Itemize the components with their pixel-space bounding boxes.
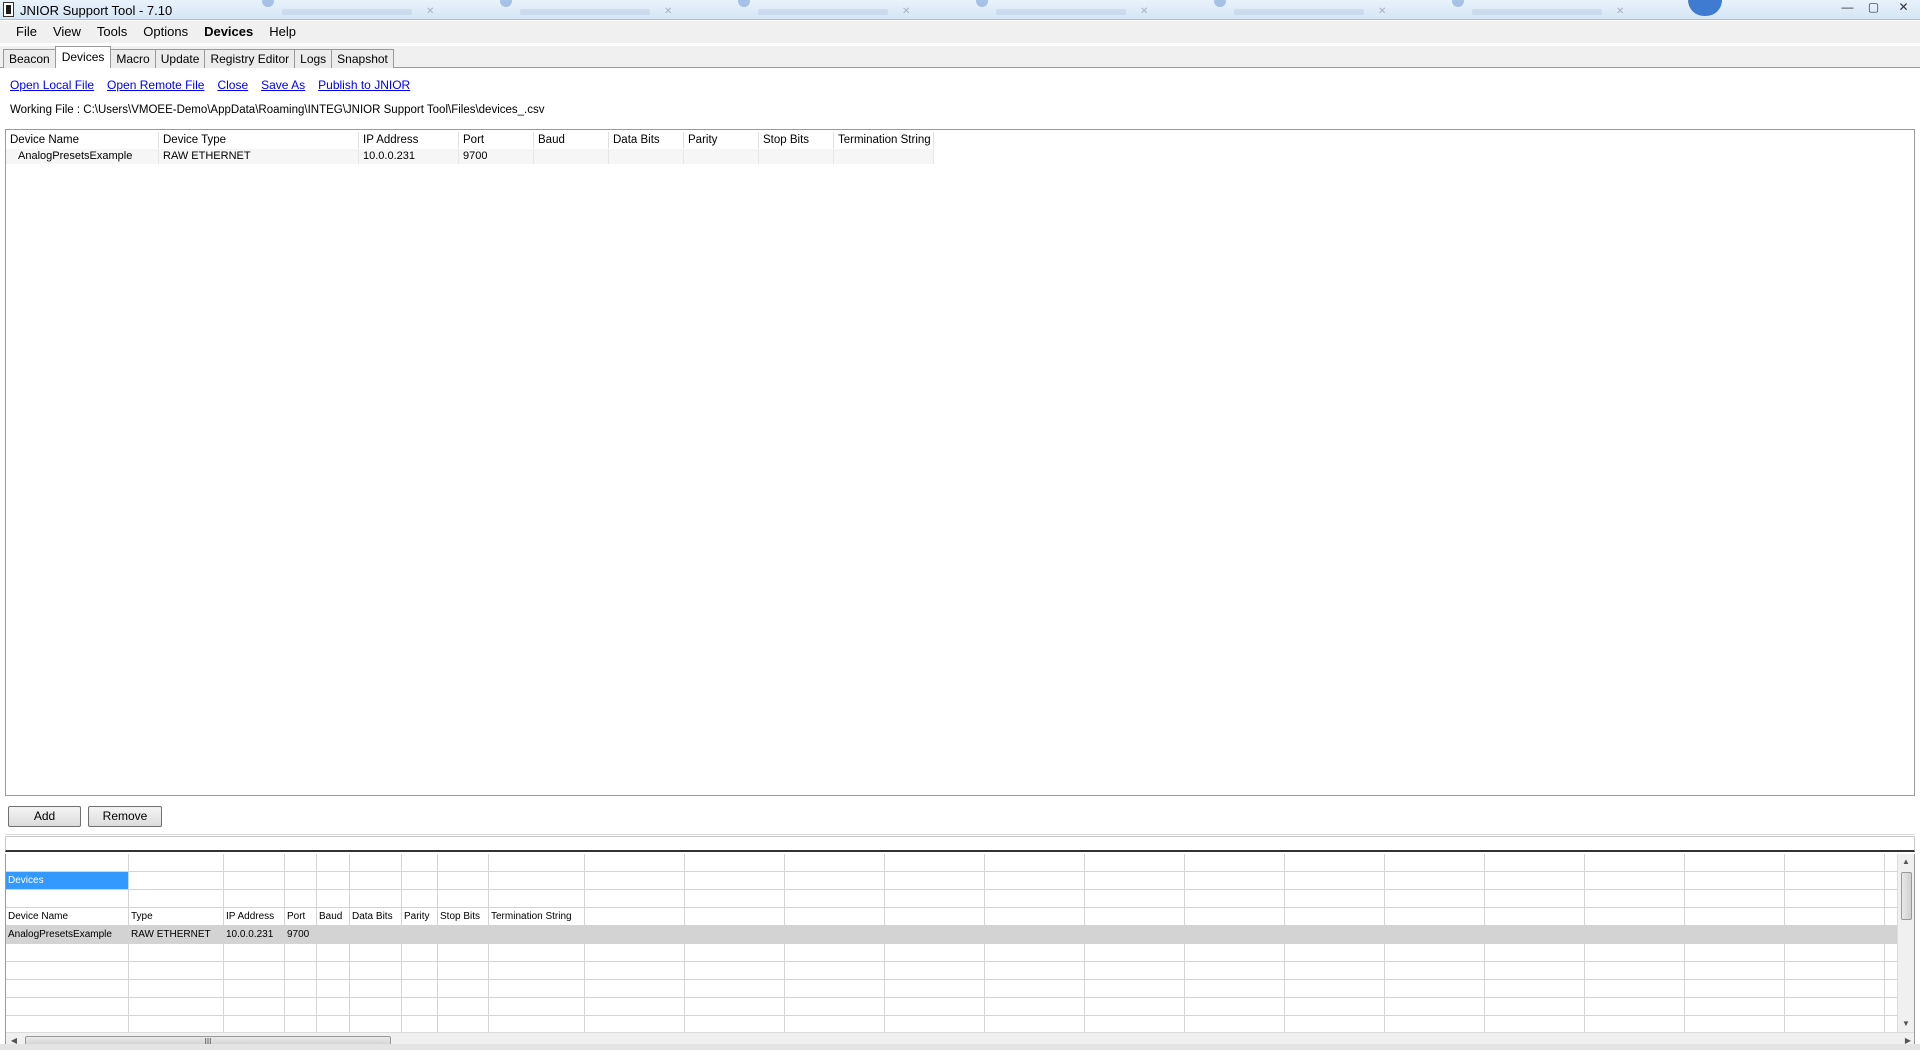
column-header[interactable]: IP Address: [359, 132, 459, 148]
sheet-cell[interactable]: 9700: [285, 926, 316, 943]
avatar: [1688, 0, 1722, 16]
sheet-column-header[interactable]: IP Address: [224, 908, 284, 925]
publish-to-jnior-link[interactable]: Publish to JNIOR: [318, 78, 410, 92]
column-header[interactable]: Baud: [534, 132, 609, 148]
table-cell[interactable]: 9700: [459, 149, 534, 164]
close-icon[interactable]: ✕: [1886, 0, 1920, 17]
column-header[interactable]: Device Name: [6, 132, 159, 148]
window-title: JNIOR Support Tool - 7.10: [20, 3, 173, 18]
table-cell[interactable]: 10.0.0.231: [359, 149, 459, 164]
menu-tools[interactable]: Tools: [89, 21, 135, 43]
file-links: Open Local File Open Remote File Close S…: [10, 78, 410, 92]
tab-logs[interactable]: Logs: [294, 49, 333, 68]
tab-devices[interactable]: Devices: [54, 46, 112, 68]
table-cell[interactable]: [684, 149, 759, 164]
menu-help[interactable]: Help: [261, 21, 304, 43]
device-table-header: Device Name Device Type IP Address Port …: [6, 132, 934, 148]
tab-snapshot[interactable]: Snapshot: [331, 49, 394, 68]
table-cell[interactable]: AnalogPresetsExample: [6, 149, 159, 164]
window-bottom-edge: [0, 1044, 1920, 1050]
sheet-column-header[interactable]: Type: [129, 908, 223, 925]
open-local-file-link[interactable]: Open Local File: [10, 78, 94, 92]
sheet-cell[interactable]: RAW ETHERNET: [129, 926, 223, 943]
sheet-cell[interactable]: AnalogPresetsExample: [6, 926, 128, 943]
devices-panel: Open Local File Open Remote File Close S…: [0, 68, 1920, 1050]
preview-header-bar: [5, 836, 1915, 852]
window-controls: — ▢ ✕: [1834, 0, 1920, 18]
add-button[interactable]: Add: [8, 806, 81, 827]
table-cell[interactable]: RAW ETHERNET: [159, 149, 359, 164]
column-header[interactable]: Parity: [684, 132, 759, 148]
scroll-down-icon[interactable]: ▼: [1898, 1016, 1914, 1032]
menu-view[interactable]: View: [45, 21, 89, 43]
spreadsheet-grid: Devices Device Name Type IP Address Port…: [6, 854, 1899, 1032]
tab-update[interactable]: Update: [154, 49, 206, 68]
column-header[interactable]: Port: [459, 132, 534, 148]
sheet-column-header[interactable]: Baud: [317, 908, 349, 925]
column-header[interactable]: Termination String: [834, 132, 934, 148]
close-link[interactable]: Close: [217, 78, 248, 92]
sheet-cell[interactable]: 10.0.0.231: [224, 926, 284, 943]
divider: [5, 834, 1915, 835]
app-icon: [3, 2, 14, 17]
title-bar: JNIOR Support Tool - 7.10 ✕ ✕ ✕ ✕ ✕ ✕ — …: [0, 0, 1920, 20]
column-header[interactable]: Stop Bits: [759, 132, 834, 148]
column-header[interactable]: Device Type: [159, 132, 359, 148]
sheet-column-header[interactable]: Parity: [402, 908, 437, 925]
column-header[interactable]: Data Bits: [609, 132, 684, 148]
menu-bar: File View Tools Options Devices Help: [0, 21, 1920, 43]
open-remote-file-link[interactable]: Open Remote File: [107, 78, 204, 92]
vertical-scrollbar[interactable]: ▲ ▼: [1897, 854, 1914, 1032]
sheet-column-header[interactable]: Port: [285, 908, 316, 925]
table-row[interactable]: AnalogPresetsExample RAW ETHERNET 10.0.0…: [6, 149, 934, 165]
minimize-icon[interactable]: —: [1834, 0, 1860, 17]
scroll-thumb[interactable]: [1901, 872, 1912, 920]
table-cell[interactable]: [609, 149, 684, 164]
table-cell[interactable]: [534, 149, 609, 164]
sheet-column-header[interactable]: Stop Bits: [438, 908, 488, 925]
sheet-title-cell[interactable]: Devices: [6, 872, 128, 889]
tab-registry-editor[interactable]: Registry Editor: [204, 49, 296, 68]
tab-beacon[interactable]: Beacon: [3, 49, 56, 68]
working-file-path: Working File : C:\Users\VMOEE-Demo\AppDa…: [10, 104, 545, 116]
tab-macro[interactable]: Macro: [110, 49, 156, 68]
scroll-up-icon[interactable]: ▲: [1898, 854, 1914, 870]
menu-devices[interactable]: Devices: [196, 21, 261, 43]
remove-button[interactable]: Remove: [88, 806, 162, 827]
sheet-column-header[interactable]: Termination String: [489, 908, 584, 925]
save-as-link[interactable]: Save As: [261, 78, 305, 92]
table-cell[interactable]: [834, 149, 934, 164]
tab-strip: Beacon Devices Macro Update Registry Edi…: [0, 46, 1920, 68]
sheet-column-header[interactable]: Device Name: [6, 908, 128, 925]
maximize-icon[interactable]: ▢: [1860, 0, 1886, 17]
csv-spreadsheet: Devices Device Name Type IP Address Port…: [5, 854, 1915, 1050]
sheet-column-header[interactable]: Data Bits: [350, 908, 401, 925]
menu-options[interactable]: Options: [135, 21, 196, 43]
device-table: Device Name Device Type IP Address Port …: [5, 129, 1915, 796]
menu-file[interactable]: File: [8, 21, 45, 43]
background-browser-tabs: ✕ ✕ ✕ ✕ ✕ ✕: [210, 0, 1690, 20]
table-cell[interactable]: [759, 149, 834, 164]
